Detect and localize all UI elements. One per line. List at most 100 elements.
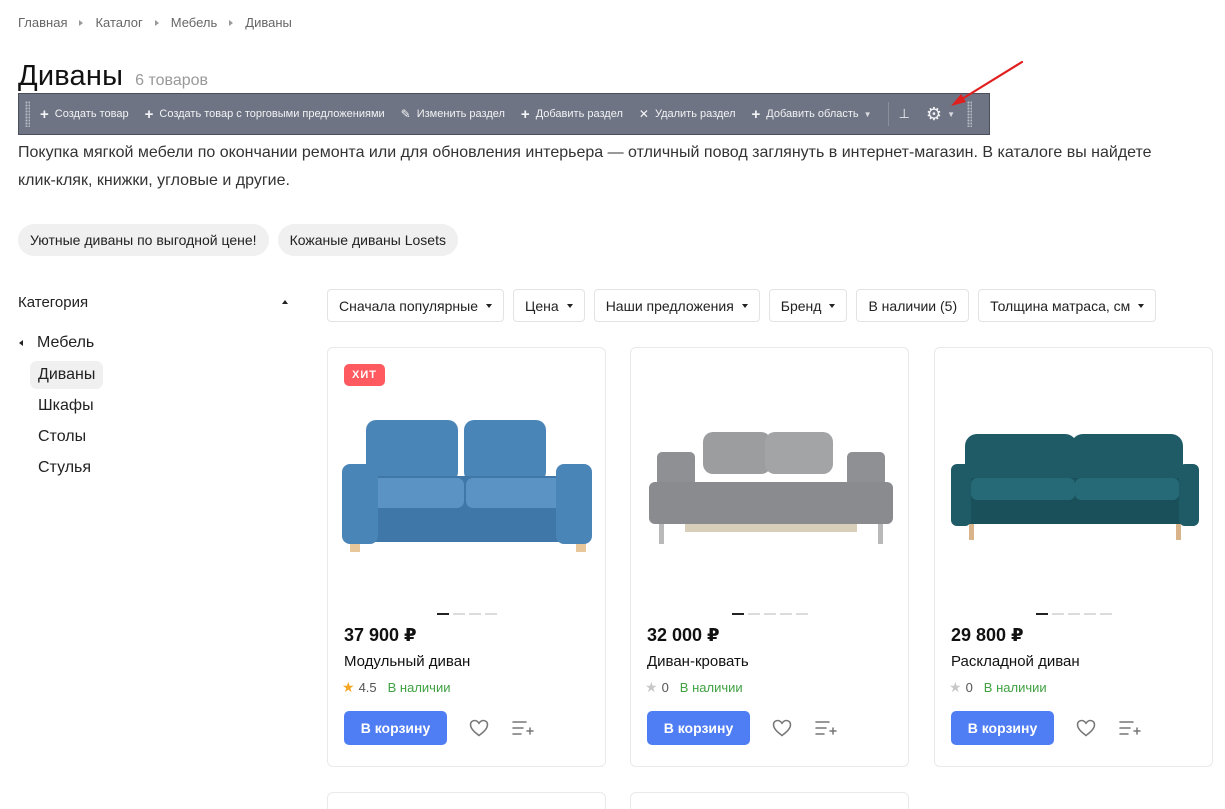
breadcrumb-separator-icon [79, 19, 84, 26]
drag-handle-icon[interactable] [25, 101, 30, 127]
pagination-dot[interactable] [1035, 613, 1048, 615]
image-pagination[interactable] [631, 613, 908, 615]
chevron-down-icon [829, 303, 836, 308]
create-product-button[interactable]: + Создать товар [40, 107, 129, 122]
breadcrumb-catalog[interactable]: Каталог [95, 15, 142, 30]
stock-status: В наличии [679, 680, 743, 695]
breadcrumb-separator-icon [229, 19, 234, 26]
breadcrumb-furniture[interactable]: Мебель [171, 15, 218, 30]
sidebar-item-chairs[interactable]: Стулья [30, 454, 99, 482]
compare-list-icon[interactable] [511, 716, 535, 740]
heart-icon[interactable] [467, 716, 491, 740]
add-to-cart-button[interactable]: В корзину [951, 711, 1054, 745]
sidebar-item-wardrobes[interactable]: Шкафы [30, 392, 102, 420]
product-price: 32 000 ₽ [647, 625, 720, 645]
collapse-arrow-icon[interactable] [282, 300, 288, 304]
tag-leather-sofas[interactable]: Кожаные диваны Losets [277, 224, 458, 256]
pagination-dot[interactable] [1099, 613, 1112, 615]
pagination-dot[interactable] [1067, 613, 1080, 615]
product-price: 29 800 ₽ [951, 625, 1024, 645]
add-to-cart-button[interactable]: В корзину [647, 711, 750, 745]
product-card[interactable]: ХИТ 37 900 ₽ Модульный диван ★ 4.5 В нал… [327, 347, 606, 767]
pagination-dot[interactable] [436, 613, 449, 615]
pagination-dot[interactable] [484, 613, 497, 615]
mattress-thickness-label: Толщина матраса, см [990, 297, 1131, 314]
product-card[interactable]: 29 800 ₽ Раскладной диван ★ 0 В наличии … [934, 347, 1213, 767]
product-card-partial[interactable] [630, 792, 909, 809]
add-section-button[interactable]: + Добавить раздел [521, 107, 623, 122]
product-actions: В корзину [951, 711, 1142, 745]
pagination-dot[interactable] [468, 613, 481, 615]
category-heading-label: Категория [18, 293, 89, 311]
star-icon: ★ [949, 679, 962, 695]
product-actions: В корзину [647, 711, 838, 745]
category-heading[interactable]: Категория [18, 291, 290, 313]
offers-filter-label: Наши предложения [605, 297, 734, 314]
breadcrumb-home[interactable]: Главная [18, 15, 67, 30]
tag-list: Уютные диваны по выгодной цене! Кожаные … [18, 224, 458, 256]
image-pagination[interactable] [328, 613, 605, 615]
create-product-label: Создать товар [54, 108, 129, 120]
compare-list-icon[interactable] [1118, 716, 1142, 740]
mattress-thickness-filter[interactable]: Толщина матраса, см [978, 289, 1157, 322]
description-line-2: клик-кляк, книжки, угловые и другие. [18, 172, 290, 189]
chevron-down-icon [741, 303, 748, 308]
tag-cozy-sofas[interactable]: Уютные диваны по выгодной цене! [18, 224, 269, 256]
sidebar-item-tables[interactable]: Столы [30, 423, 94, 451]
chevron-down-icon[interactable]: ▼ [947, 110, 955, 119]
section-description: Покупка мягкой мебели по окончании ремон… [18, 139, 1225, 195]
pagination-dot[interactable] [795, 613, 808, 615]
page-title: Диваны [18, 60, 124, 92]
price-filter[interactable]: Цена [513, 289, 585, 322]
image-pagination[interactable] [935, 613, 1212, 615]
heart-icon[interactable] [1074, 716, 1098, 740]
pagination-dot[interactable] [779, 613, 792, 615]
add-to-cart-button[interactable]: В корзину [344, 711, 447, 745]
chevron-down-icon [486, 303, 493, 308]
gear-icon[interactable]: ⚙ [926, 105, 942, 123]
product-count: 6 товаров [135, 72, 209, 89]
breadcrumb: Главная Каталог Мебель Диваны [18, 15, 292, 30]
chevron-down-icon [1138, 303, 1145, 308]
edit-section-button[interactable]: ✎ Изменить раздел [401, 108, 505, 120]
pagination-dot[interactable] [763, 613, 776, 615]
star-icon: ★ [645, 679, 658, 695]
product-meta: ★ 0 В наличии [645, 679, 743, 696]
pagination-dot[interactable] [1051, 613, 1064, 615]
product-image-sofa[interactable] [945, 398, 1205, 568]
create-product-offers-button[interactable]: + Создать товар с торговыми предложениям… [145, 107, 385, 122]
pencil-icon: ✎ [400, 107, 411, 121]
in-stock-filter[interactable]: В наличии (5) [856, 289, 970, 322]
product-meta: ★ 4.5 В наличии [342, 679, 450, 696]
sort-label: Сначала популярные [339, 297, 479, 314]
sidebar-item-furniture[interactable]: Мебель [18, 332, 290, 354]
back-arrow-icon [19, 340, 23, 346]
product-card[interactable]: 32 000 ₽ Диван-кровать ★ 0 В наличии В к… [630, 347, 909, 767]
heart-icon[interactable] [770, 716, 794, 740]
sort-dropdown[interactable]: Сначала популярные [327, 289, 505, 322]
add-area-label: Добавить область [766, 108, 859, 120]
product-name[interactable]: Диван-кровать [647, 653, 749, 670]
pagination-dot[interactable] [1083, 613, 1096, 615]
pagination-dot[interactable] [747, 613, 760, 615]
breadcrumb-separator-icon [154, 19, 159, 26]
add-area-button[interactable]: + Добавить область ▼ [752, 107, 872, 122]
product-name[interactable]: Раскладной диван [951, 653, 1080, 670]
title-row: Диваны 6 товаров [18, 60, 208, 93]
pin-icon[interactable]: ⊥ [899, 106, 910, 122]
product-image-sofa[interactable] [338, 398, 598, 568]
brand-filter[interactable]: Бренд [768, 289, 848, 322]
in-stock-filter-label: В наличии (5) [868, 297, 958, 314]
drag-handle-icon[interactable] [966, 101, 972, 127]
pagination-dot[interactable] [731, 613, 744, 615]
compare-list-icon[interactable] [814, 716, 838, 740]
description-line-1: Покупка мягкой мебели по окончании ремон… [18, 144, 1152, 161]
product-image-sofa[interactable] [641, 398, 901, 568]
create-product-offers-label: Создать товар с торговыми предложениями [159, 108, 385, 120]
product-card-partial[interactable] [327, 792, 606, 809]
sidebar-item-sofas[interactable]: Диваны [30, 361, 104, 389]
product-name[interactable]: Модульный диван [344, 653, 470, 670]
offers-filter[interactable]: Наши предложения [593, 289, 760, 322]
pagination-dot[interactable] [452, 613, 465, 615]
delete-section-button[interactable]: ✕ Удалить раздел [639, 108, 736, 120]
